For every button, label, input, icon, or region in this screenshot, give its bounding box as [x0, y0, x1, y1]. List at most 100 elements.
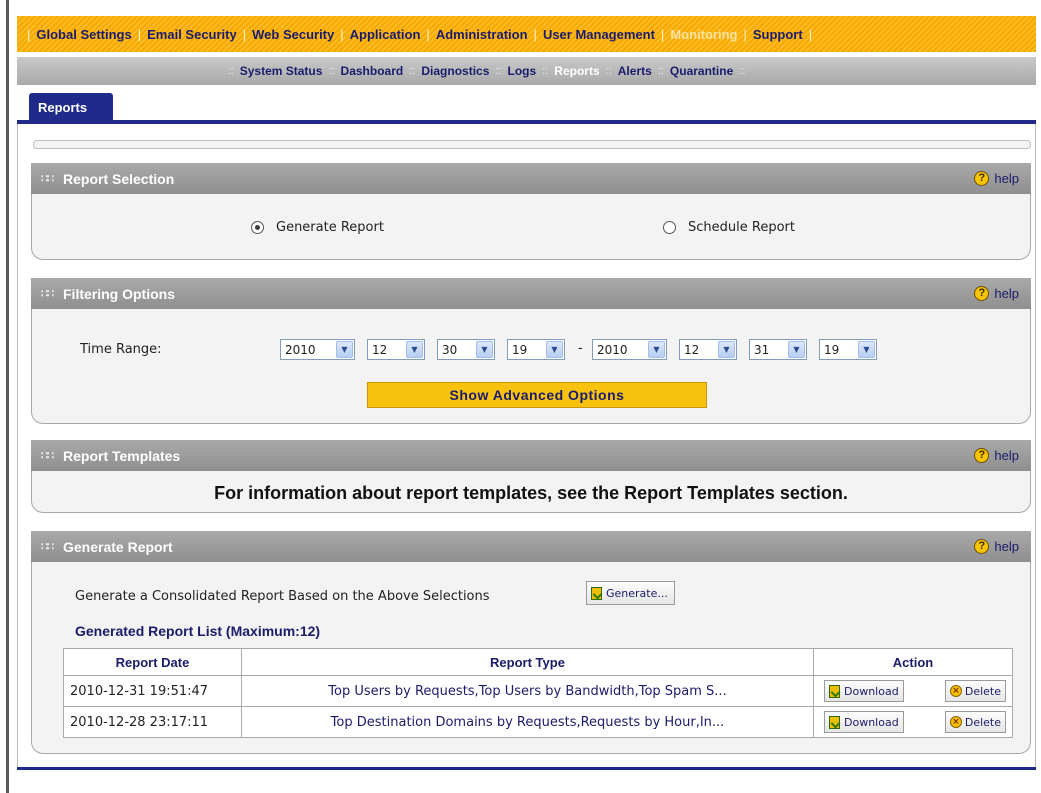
main-nav: | Global Settings | Email Security | Web… [17, 16, 1036, 52]
start-hour-select[interactable]: 19 ▼ [507, 339, 565, 360]
report-date-cell: 2010-12-31 19:51:47 [63, 675, 242, 707]
nav-separator: | [426, 26, 430, 42]
help-label: help [994, 171, 1019, 186]
generate-button[interactable]: Generate... [586, 581, 675, 605]
start-hour-value: 19 [512, 342, 528, 357]
subnav-separator: :: [657, 65, 664, 77]
delete-icon: × [949, 716, 962, 728]
show-advanced-options-button[interactable]: Show Advanced Options [367, 382, 707, 408]
delete-button[interactable]: × Delete [944, 680, 1006, 702]
subnav-separator: :: [739, 65, 746, 77]
filtering-options-help[interactable]: ? help [974, 286, 1019, 301]
report-type-cell: Top Destination Domains by Requests,Requ… [241, 706, 814, 738]
grip-icon: ∷∷ [41, 450, 54, 462]
subnav-separator: :: [328, 65, 335, 77]
action-cell: Download × Delete [813, 706, 1013, 738]
table-header-row: Report Date Report Type Action [63, 648, 1013, 676]
nav-global-settings[interactable]: Global Settings [36, 27, 131, 42]
nav-separator: | [743, 26, 747, 42]
nav-separator: | [27, 26, 31, 42]
report-selection-help[interactable]: ? help [974, 171, 1019, 186]
end-day-select[interactable]: 31 ▼ [749, 339, 807, 360]
generate-report-radio[interactable]: Generate Report [251, 220, 384, 235]
table-row: 2010-12-31 19:51:47 Top Users by Request… [63, 675, 1013, 707]
grip-icon: ∷∷ [41, 541, 54, 553]
start-year-value: 2010 [285, 342, 316, 357]
time-range-label: Time Range: [80, 342, 162, 357]
download-label: Download [844, 684, 899, 698]
chevron-down-icon: ▼ [858, 341, 875, 358]
start-day-value: 30 [442, 342, 458, 357]
end-hour-select[interactable]: 19 ▼ [819, 339, 877, 360]
subnav-diagnostics[interactable]: Diagnostics [421, 64, 489, 78]
download-label: Download [844, 715, 899, 729]
generated-report-list-title: Generated Report List (Maximum:12) [75, 623, 321, 639]
subnav-system-status[interactable]: System Status [240, 64, 323, 78]
nav-email-security[interactable]: Email Security [147, 27, 237, 42]
delete-button[interactable]: × Delete [944, 711, 1006, 733]
schedule-report-radio[interactable]: Schedule Report [663, 220, 795, 235]
help-label: help [994, 539, 1019, 554]
nav-application[interactable]: Application [350, 27, 421, 42]
chevron-down-icon: ▼ [546, 341, 563, 358]
end-month-select[interactable]: 12 ▼ [679, 339, 737, 360]
filtering-options-header: ∷∷ Filtering Options ? help [31, 278, 1031, 309]
report-date-cell: 2010-12-28 23:17:11 [63, 706, 242, 738]
start-year-select[interactable]: 2010 ▼ [280, 339, 355, 360]
subnav-separator: :: [542, 65, 549, 77]
filtering-options-title: Filtering Options [63, 285, 175, 302]
help-icon: ? [974, 286, 990, 301]
radio-unchecked-icon [663, 221, 676, 234]
chevron-down-icon: ▼ [648, 341, 665, 358]
chevron-down-icon: ▼ [718, 341, 735, 358]
generate-report-title: Generate Report [63, 538, 173, 555]
help-icon: ? [974, 539, 990, 554]
column-action: Action [813, 648, 1013, 676]
table-row: 2010-12-28 23:17:11 Top Destination Doma… [63, 706, 1013, 738]
window-left-border [6, 0, 9, 793]
report-templates-note: For information about report templates, … [214, 483, 848, 503]
column-report-type: Report Type [241, 648, 814, 676]
nav-monitoring[interactable]: Monitoring [670, 27, 737, 42]
nav-separator: | [340, 26, 344, 42]
download-button[interactable]: Download [824, 711, 904, 733]
end-year-value: 2010 [597, 342, 628, 357]
end-month-value: 12 [684, 342, 700, 357]
start-month-value: 12 [372, 342, 388, 357]
column-report-date: Report Date [63, 648, 242, 676]
start-day-select[interactable]: 30 ▼ [437, 339, 495, 360]
grip-icon: ∷∷ [41, 288, 54, 300]
nav-user-management[interactable]: User Management [543, 27, 655, 42]
download-icon [829, 684, 840, 698]
sub-nav: :: System Status :: Dashboard :: Diagnos… [17, 57, 1036, 85]
subnav-quarantine[interactable]: Quarantine [670, 64, 733, 78]
report-selection-header: ∷∷ Report Selection ? help [31, 163, 1031, 194]
delete-icon: × [949, 685, 962, 697]
nav-separator: | [533, 26, 537, 42]
subnav-separator: :: [409, 65, 416, 77]
download-icon [591, 586, 602, 600]
download-button[interactable]: Download [824, 680, 904, 702]
subnav-reports[interactable]: Reports [554, 64, 599, 78]
range-separator: - [578, 341, 583, 356]
subnav-alerts[interactable]: Alerts [618, 64, 652, 78]
subnav-logs[interactable]: Logs [508, 64, 537, 78]
report-templates-help[interactable]: ? help [974, 448, 1019, 463]
grip-icon: ∷∷ [41, 173, 54, 185]
subnav-separator: :: [495, 65, 502, 77]
chevron-down-icon: ▼ [406, 341, 423, 358]
nav-web-security[interactable]: Web Security [252, 27, 334, 42]
start-month-select[interactable]: 12 ▼ [367, 339, 425, 360]
subnav-dashboard[interactable]: Dashboard [341, 64, 404, 78]
report-type-cell: Top Users by Requests,Top Users by Bandw… [241, 675, 814, 707]
generate-report-help[interactable]: ? help [974, 539, 1019, 554]
tab-reports[interactable]: Reports [29, 93, 113, 120]
end-year-select[interactable]: 2010 ▼ [592, 339, 667, 360]
action-cell: Download × Delete [813, 675, 1013, 707]
nav-administration[interactable]: Administration [436, 27, 528, 42]
nav-separator: | [660, 26, 665, 42]
nav-support[interactable]: Support [753, 27, 803, 42]
radio-checked-icon [251, 221, 264, 234]
delete-label: Delete [964, 684, 1001, 698]
help-icon: ? [974, 171, 990, 186]
